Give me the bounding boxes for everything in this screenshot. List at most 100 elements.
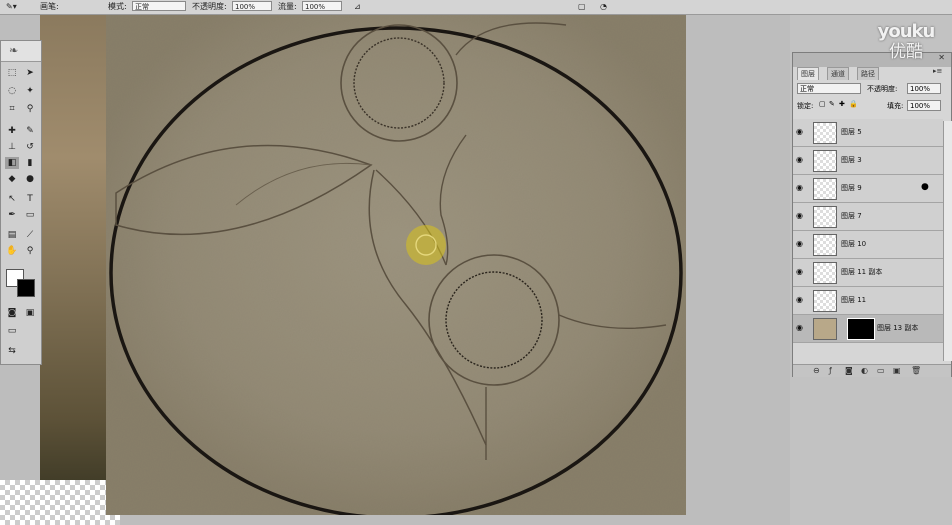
document-canvas[interactable] [106, 15, 686, 520]
blur-tool-icon[interactable]: ◆ [5, 173, 19, 185]
add-style-icon[interactable]: ƒ [829, 366, 832, 375]
lock-label: 锁定: [797, 102, 814, 110]
brush-tool-panel-icon[interactable]: ✎ [23, 125, 37, 137]
lock-pixels-icon[interactable]: ✎ [829, 100, 835, 108]
layer-name: 图层 13 副本 [877, 324, 919, 332]
eye-icon[interactable]: ◉ [796, 267, 803, 276]
zoom-tool-icon[interactable]: ⚲ [23, 245, 37, 257]
lock-all-icon[interactable]: 🔒 [849, 100, 858, 108]
fill-label: 填充: [887, 102, 904, 110]
imageready-icon[interactable]: ⇆ [5, 345, 19, 357]
eyedropper2-tool-icon[interactable]: ⟋ [23, 229, 37, 241]
workspace-icon[interactable]: ◔ [600, 1, 607, 12]
tools-header: ❧ [1, 41, 41, 62]
healing-tool-icon[interactable]: ✚ [5, 125, 19, 137]
eyedropper-tool-icon[interactable]: ⚲ [23, 103, 37, 115]
layer-row-selected[interactable]: ◉ 图层 13 副本 [793, 315, 943, 343]
add-mask-icon[interactable]: ◙ [845, 366, 853, 375]
gradient-tool-icon[interactable]: ▮ [23, 157, 37, 169]
layer-row[interactable]: ◉ 图层 9 ● [793, 175, 943, 203]
layer-name: 图层 11 副本 [841, 268, 883, 276]
brush-cursor [406, 225, 446, 265]
notes-tool-icon[interactable]: ▤ [5, 229, 19, 241]
tablet-pressure-icon[interactable]: ▢ [578, 1, 586, 12]
layer-effects-icon[interactable]: ● [921, 182, 929, 192]
canvas-drawing [106, 15, 686, 520]
eye-icon[interactable]: ◉ [796, 211, 803, 220]
layer-row[interactable]: ◉ 图层 3 [793, 147, 943, 175]
blend-mode-select[interactable]: 正常 [797, 83, 861, 94]
panel-menu-icon[interactable]: ▸≡ [933, 67, 942, 75]
tools-panel: ❧ ⬚ ➤ ◌ ✦ ⌗ ⚲ ✚ ✎ ⊥ ↺ ◧ ▮ ◆ ● ↖ T ✒ ▭ ▤ … [0, 40, 42, 365]
tab-channels[interactable]: 通道 [827, 67, 849, 80]
layers-panel-footer: ⊖ ƒ ◙ ◐ ▭ ▣ 🗑 [793, 364, 951, 377]
quick-mask-icon[interactable]: ◙ [5, 307, 19, 319]
lasso-tool-icon[interactable]: ◌ [5, 85, 19, 97]
opacity-field[interactable]: 100% [232, 1, 272, 11]
tab-paths[interactable]: 路径 [857, 67, 879, 80]
type-tool-icon[interactable]: T [23, 193, 37, 205]
eye-icon[interactable]: ◉ [796, 295, 803, 304]
stamp-tool-icon[interactable]: ⊥ [5, 141, 19, 153]
watermark-line1: youku [877, 21, 936, 42]
layer-opacity-label: 不透明度: [867, 85, 898, 93]
layer-row[interactable]: ◉ 图层 11 副本 [793, 259, 943, 287]
eye-icon[interactable]: ◉ [796, 155, 803, 164]
layers-scrollbar[interactable] [943, 121, 952, 361]
layer-thumbnail [813, 122, 837, 144]
shape-tool-icon[interactable]: ▭ [23, 209, 37, 221]
layer-thumbnail [813, 262, 837, 284]
eye-icon[interactable]: ◉ [796, 127, 803, 136]
adjustment-layer-icon[interactable]: ◐ [861, 366, 868, 375]
pen-tool-icon[interactable]: ✒ [5, 209, 19, 221]
layer-thumbnail [813, 150, 837, 172]
path-select-tool-icon[interactable]: ↖ [5, 193, 19, 205]
layer-opacity-field[interactable]: 100% [907, 83, 941, 94]
layer-mask-thumbnail[interactable] [847, 318, 875, 340]
layer-name: 图层 7 [841, 212, 862, 220]
layer-thumbnail [813, 206, 837, 228]
layers-list: ◉ 图层 5 ◉ 图层 3 ◉ 图层 9 ● ◉ 图层 7 ◉ 图层 10 ◉ [793, 119, 943, 364]
eye-icon[interactable]: ◉ [796, 239, 803, 248]
lock-transparency-icon[interactable]: ▢ [819, 100, 826, 108]
delete-layer-icon[interactable]: 🗑 [911, 366, 921, 375]
eye-icon[interactable]: ◉ [796, 323, 803, 332]
flow-field[interactable]: 100% [302, 1, 342, 11]
history-brush-tool-icon[interactable]: ↺ [23, 141, 37, 153]
layer-thumbnail [813, 318, 837, 340]
layer-thumbnail [813, 234, 837, 256]
screen-mode-icon[interactable]: ▭ [5, 325, 19, 337]
layer-name: 图层 10 [841, 240, 867, 248]
dodge-tool-icon[interactable]: ● [23, 173, 37, 185]
mode-select[interactable]: 正常 [132, 1, 186, 11]
layer-name: 图层 3 [841, 156, 862, 164]
eraser-tool-icon[interactable]: ◧ [5, 157, 19, 169]
brush-tool-icon[interactable]: ✎▾ [6, 1, 17, 12]
new-layer-icon[interactable]: ▣ [893, 366, 901, 375]
marquee-tool-icon[interactable]: ⬚ [5, 67, 19, 79]
layer-name: 图层 11 [841, 296, 867, 304]
layer-row[interactable]: ◉ 图层 11 [793, 287, 943, 315]
airbrush-icon[interactable]: ⊿ [354, 1, 361, 12]
standard-mode-icon[interactable]: ▣ [23, 307, 37, 319]
transparency-checker [0, 480, 120, 525]
layer-row[interactable]: ◉ 图层 7 [793, 203, 943, 231]
layers-panel: ✕ 图层 通道 路径 ▸≡ 正常 不透明度: 100% 锁定: ▢ ✎ ✚ 🔒 … [792, 52, 952, 377]
document-edge [40, 15, 108, 490]
link-layers-icon[interactable]: ⊖ [813, 366, 820, 375]
hand-tool-icon[interactable]: ✋ [5, 245, 19, 257]
new-group-icon[interactable]: ▭ [877, 366, 885, 375]
lock-position-icon[interactable]: ✚ [839, 100, 845, 108]
background-color-swatch[interactable] [17, 279, 35, 297]
magic-wand-tool-icon[interactable]: ✦ [23, 85, 37, 97]
opacity-label: 不透明度: [192, 2, 227, 11]
layer-name: 图层 9 [841, 184, 862, 192]
layer-row[interactable]: ◉ 图层 10 [793, 231, 943, 259]
eye-icon[interactable]: ◉ [796, 183, 803, 192]
tab-layers[interactable]: 图层 [797, 67, 819, 80]
feather-icon: ❧ [9, 44, 19, 57]
fill-field[interactable]: 100% [907, 100, 941, 111]
move-tool-icon[interactable]: ➤ [23, 67, 37, 79]
crop-tool-icon[interactable]: ⌗ [5, 103, 19, 115]
layer-row[interactable]: ◉ 图层 5 [793, 119, 943, 147]
